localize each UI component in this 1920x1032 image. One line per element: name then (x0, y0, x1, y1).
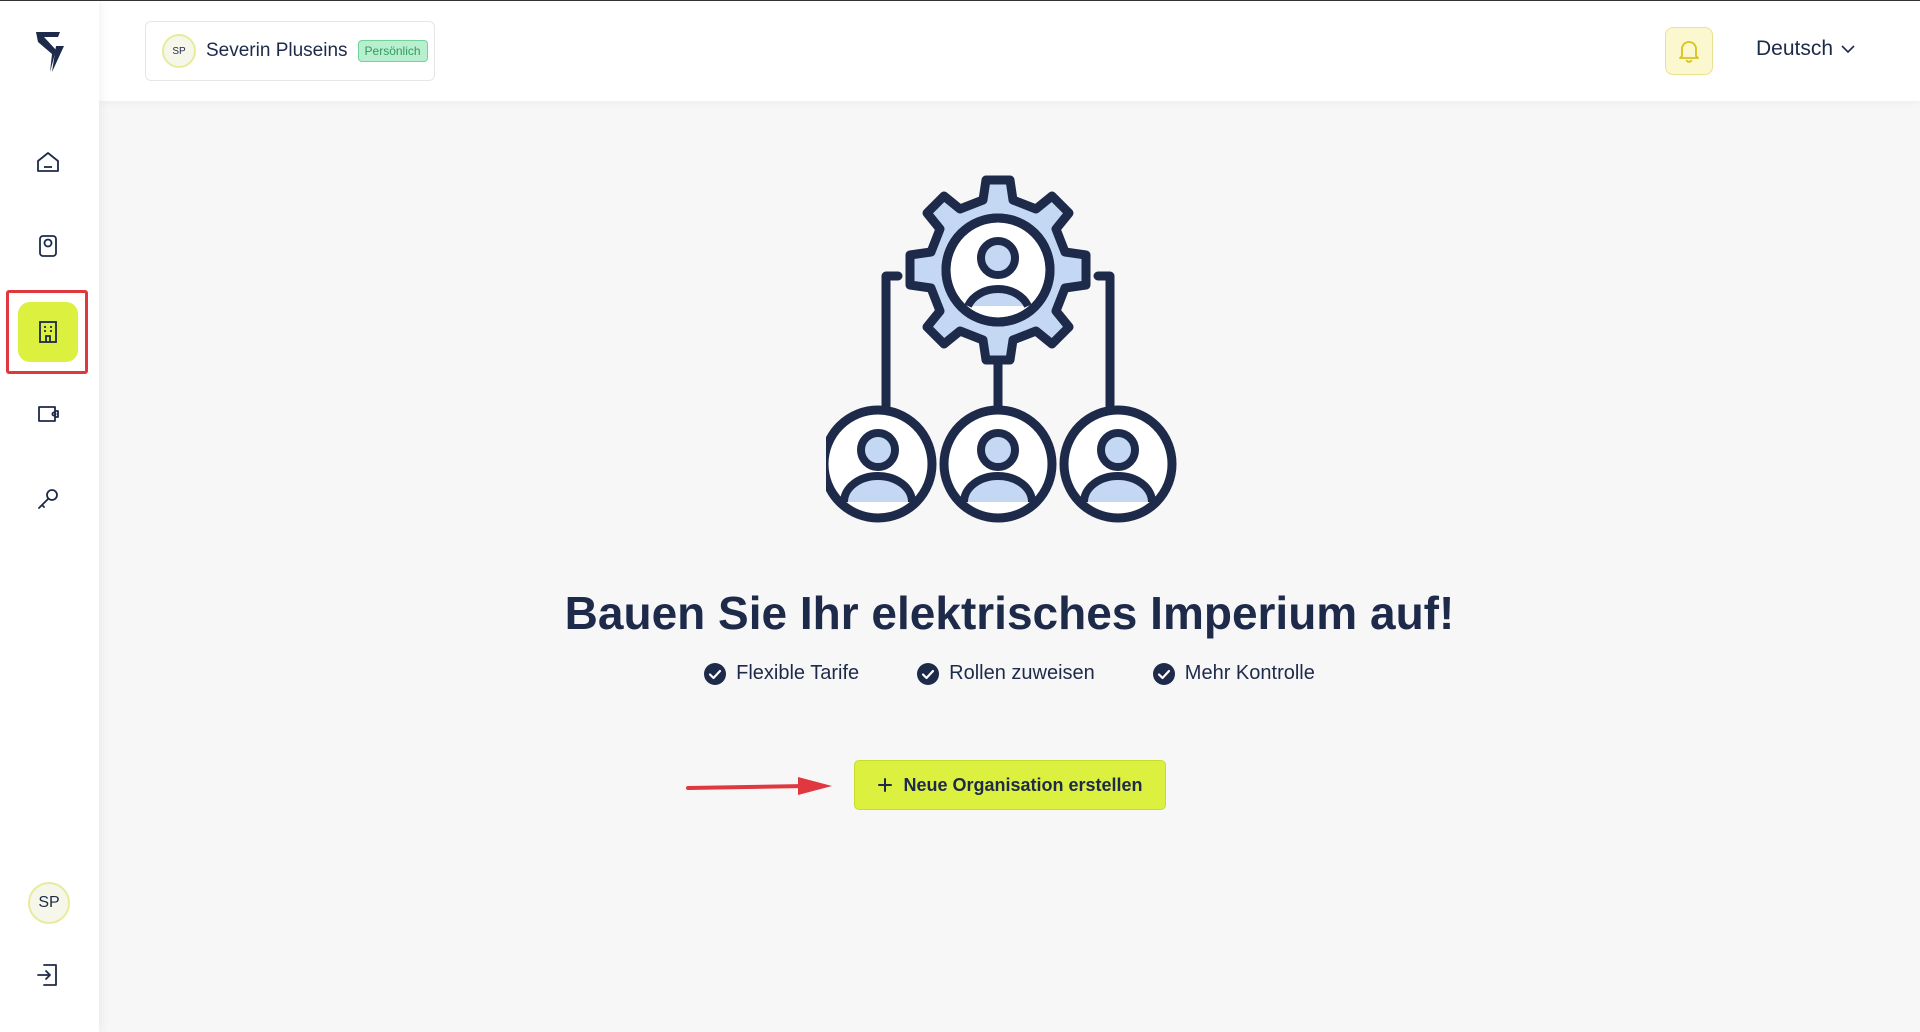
account-avatar: SP (162, 34, 196, 68)
account-name: Severin Pluseins (206, 40, 348, 61)
feature-label: Flexible Tarife (736, 662, 860, 684)
bell-icon (1679, 41, 1699, 63)
create-organization-button[interactable]: Neue Organisation erstellen (854, 760, 1166, 810)
pointer-arrow-annotation (686, 777, 832, 795)
feature-item: Rollen zuweisen (917, 662, 1095, 685)
logout-icon (37, 964, 57, 986)
window-top-border (0, 0, 1920, 1)
sidebar: SP (0, 0, 99, 1032)
logout-button[interactable] (30, 957, 66, 993)
avatar[interactable]: SP (28, 882, 70, 924)
create-organization-label: Neue Organisation erstellen (903, 774, 1143, 795)
sidebar-item-keys[interactable] (18, 470, 78, 530)
feature-item: Mehr Kontrolle (1152, 662, 1315, 685)
sidebar-item-wallet[interactable] (18, 384, 78, 444)
check-circle-icon (1152, 662, 1175, 685)
page-headline: Bauen Sie Ihr elektrisches Imperium auf! (564, 587, 1455, 639)
organization-illustration (826, 175, 1177, 523)
chevron-down-icon (1841, 45, 1855, 54)
charger-icon (39, 235, 57, 257)
home-icon (37, 152, 59, 172)
notifications-button[interactable] (1665, 27, 1713, 75)
account-type-badge: Persönlich (357, 40, 428, 62)
check-circle-icon (704, 662, 727, 685)
sidebar-item-home[interactable] (18, 132, 78, 192)
language-selector[interactable]: Deutsch (1756, 37, 1855, 61)
language-label: Deutsch (1756, 37, 1834, 60)
sidebar-item-organizations[interactable] (18, 302, 78, 362)
feature-label: Mehr Kontrolle (1184, 662, 1315, 684)
avatar-initials: SP (38, 894, 60, 911)
wallet-icon (38, 406, 59, 422)
logo-icon[interactable] (30, 30, 68, 74)
account-initials: SP (172, 45, 186, 57)
sidebar-item-chargers[interactable] (18, 216, 78, 276)
key-icon (38, 489, 58, 509)
top-header: SP Severin Pluseins Persönlich Deutsch (99, 1, 1920, 101)
account-switcher[interactable]: SP Severin Pluseins Persönlich (145, 21, 435, 81)
plus-icon (878, 778, 893, 792)
feature-label: Rollen zuweisen (949, 662, 1095, 684)
check-circle-icon (917, 662, 940, 685)
feature-list: Flexible Tarife Rollen zuweisen Mehr Kon… (99, 662, 1920, 685)
feature-item: Flexible Tarife (704, 662, 859, 685)
building-icon (39, 321, 57, 343)
